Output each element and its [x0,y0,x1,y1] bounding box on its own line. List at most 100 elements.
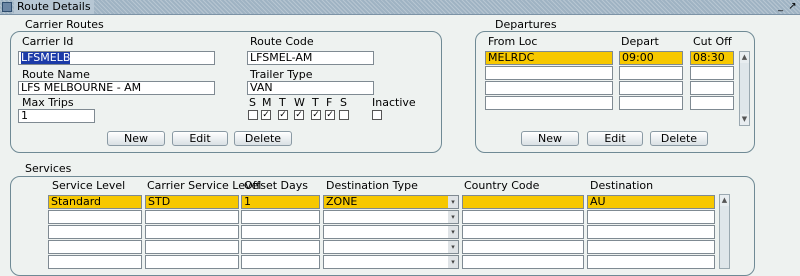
route-name-label: Route Name [22,68,90,81]
service-level-cell[interactable] [48,225,142,239]
destination-cell[interactable] [587,255,715,269]
inactive-label: Inactive [372,96,416,109]
service-level-cell[interactable] [48,255,142,269]
offset-days-cell[interactable]: 1 [241,195,320,209]
country-code-cell[interactable] [462,210,584,224]
dropdown-arrow-icon[interactable]: ▾ [448,211,458,223]
cut-off-header: Cut Off [693,35,732,48]
depart-cell[interactable]: 09:00 [619,51,683,65]
from-loc-cell[interactable] [485,81,613,95]
country-code-header: Country Code [464,179,540,192]
day-checkbox-thu[interactable]: ✓ [311,110,321,120]
from-loc-cell[interactable] [485,66,613,80]
offset-days-cell-value: 1 [244,195,251,208]
route-name-field[interactable]: LFS MELBOURNE - AM [18,81,215,95]
service-level-cell-value: Standard [51,195,102,208]
window-title-bar[interactable]: Route Details _ ↗ [0,0,800,15]
trailer-type-field[interactable]: VAN [247,81,374,95]
dropdown-arrow-icon[interactable]: ▾ [448,241,458,253]
depart-cell[interactable] [619,66,683,80]
offset-days-cell[interactable] [241,255,320,269]
scroll-down-icon[interactable]: ▼ [740,114,749,125]
destination-cell[interactable]: AU [587,195,715,209]
carrier-service-level-cell[interactable] [145,255,239,269]
destination-cell[interactable] [587,225,715,239]
day-label-sat: S [340,96,347,109]
cut-off-cell[interactable]: 08:30 [690,51,734,65]
depart-cell[interactable] [619,81,683,95]
service-level-cell[interactable] [48,210,142,224]
offset-days-cell[interactable] [241,225,320,239]
departures-scrollbar[interactable]: ▲ ▼ [739,51,750,126]
destination-header: Destination [590,179,654,192]
destination-cell[interactable] [587,210,715,224]
offset-days-header: Offset Days [244,179,308,192]
scroll-up-icon[interactable]: ▲ [720,195,729,206]
day-checkbox-tue[interactable]: ✓ [278,110,288,120]
from-loc-header: From Loc [488,35,538,48]
services-label: Services [23,162,74,175]
destination-type-select[interactable]: ▾ [323,240,459,254]
service-level-header: Service Level [52,179,126,192]
destination-type-select[interactable]: ▾ [323,210,459,224]
services-scrollbar[interactable]: ▲ [719,194,730,269]
carrier-service-level-cell[interactable] [145,225,239,239]
cut-off-cell[interactable] [690,66,734,80]
country-code-cell[interactable] [462,225,584,239]
route-code-label: Route Code [250,35,314,48]
country-code-cell[interactable] [462,255,584,269]
offset-days-cell[interactable] [241,210,320,224]
destination-cell-value: AU [590,195,606,208]
destination-type-select[interactable]: ▾ [323,225,459,239]
carrier-id-label: Carrier Id [22,35,74,48]
destination-type-select[interactable]: ZONE ▾ [323,195,459,209]
carrier-service-level-cell[interactable] [145,210,239,224]
minimize-icon[interactable]: _ [775,1,786,12]
cut-off-cell[interactable] [690,96,734,110]
service-level-cell[interactable] [48,240,142,254]
inactive-checkbox[interactable] [372,110,382,120]
from-loc-cell[interactable] [485,96,613,110]
country-code-cell[interactable] [462,195,584,209]
departures-label: Departures [493,18,559,31]
offset-days-cell[interactable] [241,240,320,254]
dropdown-arrow-icon[interactable]: ▾ [448,256,458,268]
day-label-mon: M [262,96,272,109]
carrier-service-level-cell-value: STD [148,195,171,208]
day-label-thu: T [312,96,319,109]
depart-cell[interactable] [619,96,683,110]
maximize-icon[interactable]: ↗ [787,1,798,12]
day-checkbox-fri[interactable]: ✓ [325,110,335,120]
country-code-cell[interactable] [462,240,584,254]
day-label-sun: S [249,96,256,109]
destination-cell[interactable] [587,240,715,254]
destination-type-select[interactable]: ▾ [323,255,459,269]
window-title: Route Details [14,0,94,14]
cut-off-cell[interactable] [690,81,734,95]
routes-delete-button[interactable]: Delete [234,131,292,146]
day-checkbox-wed[interactable]: ✓ [294,110,304,120]
route-code-field[interactable]: LFSMEL-AM [247,51,374,65]
service-level-cell[interactable]: Standard [48,195,142,209]
departures-delete-button[interactable]: Delete [650,131,708,146]
day-checkbox-mon[interactable]: ✓ [261,110,271,120]
app-icon [2,2,12,12]
day-checkbox-sat[interactable] [339,110,349,120]
scroll-up-icon[interactable]: ▲ [740,52,749,63]
max-trips-label: Max Trips [22,96,74,109]
dropdown-arrow-icon[interactable]: ▾ [448,226,458,238]
day-checkbox-sun[interactable] [248,110,258,120]
routes-new-button[interactable]: New [107,131,165,146]
from-loc-cell[interactable]: MELRDC [485,51,613,65]
carrier-service-level-cell[interactable]: STD [145,195,239,209]
max-trips-field[interactable]: 1 [18,109,95,123]
dropdown-arrow-icon[interactable]: ▾ [448,196,458,208]
trailer-type-label: Trailer Type [250,68,313,81]
departures-new-button[interactable]: New [521,131,579,146]
carrier-service-level-cell[interactable] [145,240,239,254]
carrier-id-field[interactable]: LFSMELB [18,51,215,65]
day-label-wed: W [294,96,305,109]
day-label-tue: T [279,96,286,109]
departures-edit-button[interactable]: Edit [587,131,643,146]
routes-edit-button[interactable]: Edit [172,131,228,146]
